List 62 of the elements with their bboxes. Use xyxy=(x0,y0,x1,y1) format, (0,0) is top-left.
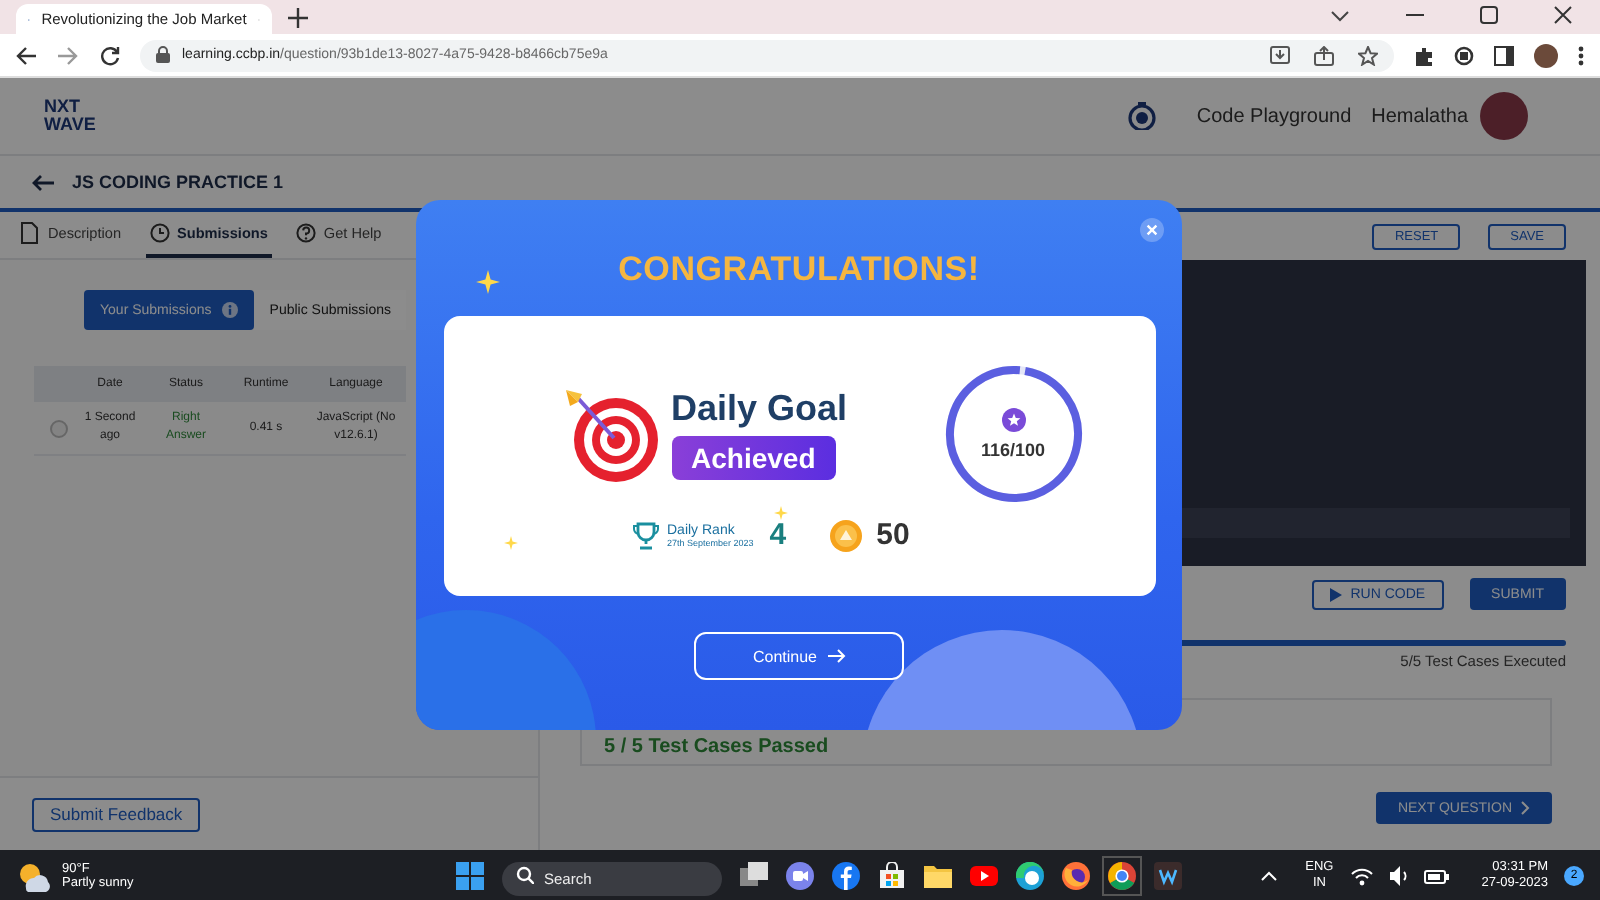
sync-icon[interactable] xyxy=(1454,45,1474,65)
reload-icon[interactable] xyxy=(100,45,120,65)
clock-icon xyxy=(149,222,169,244)
wifi-icon[interactable] xyxy=(1349,865,1374,885)
chevron-up-icon[interactable] xyxy=(1259,869,1278,881)
video-camera-icon[interactable] xyxy=(786,861,814,889)
battery-icon[interactable] xyxy=(1423,865,1450,885)
timer-icon[interactable] xyxy=(1128,102,1157,130)
code-playground-link[interactable]: Code Playground xyxy=(1196,105,1352,127)
continue-button[interactable]: Continue xyxy=(694,632,904,680)
weather-icon[interactable] xyxy=(16,859,50,891)
achieved-badge: Achieved xyxy=(671,436,836,480)
back-arrow-icon[interactable] xyxy=(32,173,56,191)
side-panel-icon[interactable] xyxy=(1494,45,1514,65)
coin-count: 50 xyxy=(876,518,910,552)
w-letter-app-icon[interactable] xyxy=(1154,861,1182,889)
trophy-icon xyxy=(631,521,659,549)
window-stack-icon[interactable] xyxy=(740,861,768,889)
maximize-icon[interactable] xyxy=(1480,6,1498,24)
lock-icon xyxy=(156,46,170,64)
forward-arrow-icon[interactable] xyxy=(58,45,80,65)
star-badge-icon xyxy=(1001,408,1025,432)
folder-icon[interactable] xyxy=(924,861,952,889)
logo: NXT WAVE xyxy=(44,98,96,134)
sparkle-icon xyxy=(503,536,517,550)
menu-icon[interactable] xyxy=(1578,45,1584,65)
browser-icon[interactable] xyxy=(1016,861,1044,889)
submit-feedback-button[interactable]: Submit Feedback xyxy=(32,797,201,831)
install-icon[interactable] xyxy=(1270,46,1290,64)
coin-icon xyxy=(830,519,863,551)
arrow-right-icon xyxy=(827,648,846,664)
start-icon[interactable] xyxy=(456,861,484,889)
radio-button[interactable] xyxy=(50,419,68,437)
search-icon xyxy=(516,866,534,884)
social-app-icon[interactable] xyxy=(832,861,860,889)
chevron-right-icon xyxy=(1520,800,1530,816)
rank-value: 4 xyxy=(769,518,787,552)
help-icon xyxy=(295,222,316,244)
sparkle-icon xyxy=(476,270,500,294)
progress-ring xyxy=(943,364,1083,504)
info-icon xyxy=(221,302,238,318)
fox-browser-icon[interactable] xyxy=(1062,861,1090,889)
goal-reading: 116/100 xyxy=(980,440,1046,460)
page-title: JS CODING PRACTICE 1 xyxy=(72,172,284,192)
puzzle-icon[interactable] xyxy=(1414,45,1434,65)
goal-heading: Daily Goal xyxy=(671,388,848,430)
profile-avatar[interactable] xyxy=(1534,43,1558,67)
share-icon[interactable] xyxy=(1314,45,1334,65)
back-arrow-icon[interactable] xyxy=(16,45,38,65)
shopping-bag-icon[interactable] xyxy=(878,861,906,889)
speaker-icon[interactable] xyxy=(1389,865,1408,885)
chevron-down-icon[interactable] xyxy=(1330,9,1350,21)
play-icon xyxy=(1330,587,1343,601)
result-text: 5 / 5 Test Cases Passed xyxy=(604,736,829,758)
play-button-icon[interactable] xyxy=(970,861,998,889)
document-icon xyxy=(20,222,40,244)
user-name: Hemalatha xyxy=(1371,105,1468,127)
star-icon[interactable] xyxy=(1358,45,1378,65)
sparkle-icon xyxy=(773,506,787,520)
dialog-title: CONGRATULATIONS! xyxy=(618,250,980,290)
new-tab-icon[interactable] xyxy=(288,8,308,28)
user-avatar[interactable] xyxy=(1480,92,1528,140)
